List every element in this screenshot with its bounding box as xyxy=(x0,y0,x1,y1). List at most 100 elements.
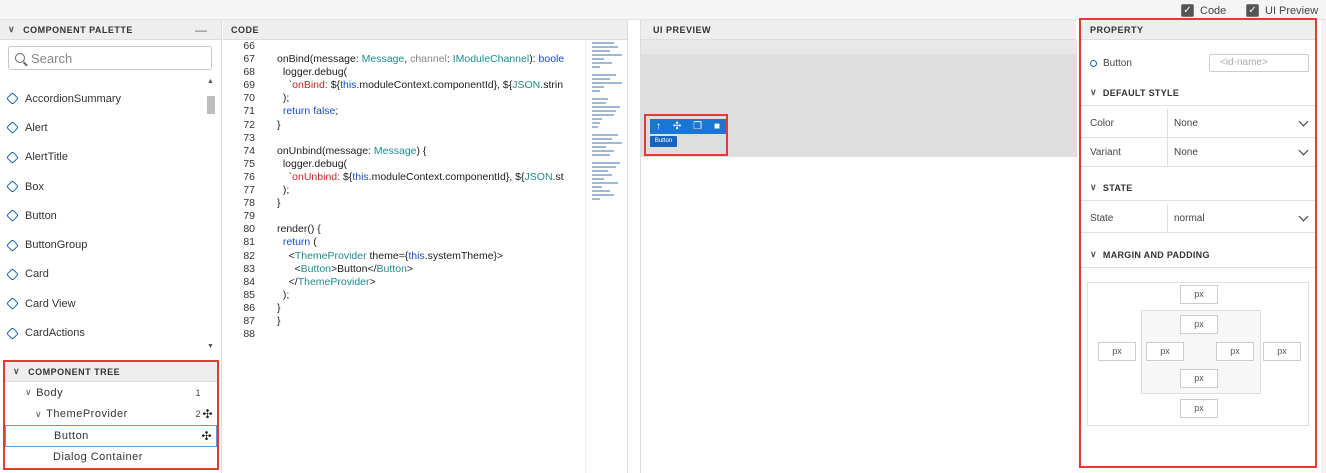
code-token: Message xyxy=(361,53,405,66)
trash-icon[interactable]: ■ xyxy=(714,121,720,132)
chevron-down-icon[interactable]: ∨ xyxy=(13,366,20,377)
code-token: ); xyxy=(277,184,290,197)
code-line[interactable]: return false; xyxy=(277,105,585,118)
chevron-down-icon[interactable]: ∨ xyxy=(25,387,32,398)
chevron-down-icon[interactable]: ∨ xyxy=(35,409,42,420)
code-checkbox[interactable]: ✓ xyxy=(1181,4,1194,17)
chevron-down-icon[interactable]: ∨ xyxy=(8,24,15,35)
code-token: return false xyxy=(282,105,336,118)
margin-left-input[interactable]: px xyxy=(1098,342,1136,361)
palette-scrollbar[interactable]: ▲ ▼ xyxy=(206,78,216,350)
line-number: 69 xyxy=(243,79,255,92)
padding-bottom-input[interactable]: px xyxy=(1180,369,1218,388)
palette-item[interactable]: Box xyxy=(0,172,204,201)
move-icon[interactable]: ✣ xyxy=(202,407,213,421)
tree-item-themeprovider[interactable]: ∨ ThemeProvider 2 ✣ xyxy=(5,404,217,426)
ui-preview-checkbox[interactable]: ✓ xyxy=(1246,4,1259,17)
variant-value: None xyxy=(1174,146,1198,158)
code-editor[interactable]: onBind(message: Message, channel: IModul… xyxy=(277,40,585,341)
code-line[interactable]: logger.debug( xyxy=(277,66,585,79)
collapse-icon[interactable]: — xyxy=(195,23,207,37)
code-line[interactable]: ); xyxy=(277,184,585,197)
selected-component-outline[interactable]: ↑ ✣ ❐ ■ Button xyxy=(644,114,728,156)
code-minimap[interactable] xyxy=(585,40,627,473)
code-token: this xyxy=(408,249,425,262)
search-icon xyxy=(15,53,25,63)
copy-icon[interactable]: ❐ xyxy=(693,121,702,132)
scroll-thumb[interactable] xyxy=(207,96,215,114)
code-line[interactable]: } xyxy=(277,119,585,132)
variant-select[interactable]: None xyxy=(1167,138,1315,166)
palette-item[interactable]: Card View xyxy=(0,289,204,318)
minimap-line xyxy=(592,62,612,64)
component-icon xyxy=(6,150,19,164)
code-line[interactable]: onUnbind(message: Message) { xyxy=(277,145,585,158)
code-line[interactable]: ); xyxy=(277,92,585,105)
code-line[interactable]: } xyxy=(277,315,585,328)
padding-right-input[interactable]: px xyxy=(1216,342,1254,361)
scroll-down-icon[interactable]: ▼ xyxy=(207,343,214,350)
code-line[interactable] xyxy=(277,210,585,223)
palette-item[interactable]: AccordionSummary xyxy=(0,84,204,113)
padding-left-input[interactable]: px xyxy=(1146,342,1184,361)
tree-header[interactable]: ∨ COMPONENT TREE xyxy=(5,362,217,382)
tree-item-dialog-container[interactable]: Dialog Container xyxy=(5,447,217,469)
state-select[interactable]: normal xyxy=(1167,204,1315,232)
move-icon[interactable]: ✣ xyxy=(201,429,212,443)
code-token: } xyxy=(277,314,281,327)
margin-right-input[interactable]: px xyxy=(1263,342,1301,361)
code-line[interactable]: logger.debug( xyxy=(277,158,585,171)
minimap-line xyxy=(592,106,620,108)
code-line[interactable]: <Button>Button</Button> xyxy=(277,263,585,276)
section-default-style[interactable]: ∨ DEFAULT STYLE xyxy=(1081,80,1315,106)
margin-top-input[interactable]: px xyxy=(1180,285,1218,304)
section-state[interactable]: ∨ STATE xyxy=(1081,175,1315,201)
code-line[interactable]: return ( xyxy=(277,236,585,249)
section-margin-padding[interactable]: ∨ MARGIN AND PADDING xyxy=(1081,242,1315,268)
chevron-down-icon xyxy=(1298,211,1309,221)
tree-item-body[interactable]: ∨ Body 1 xyxy=(5,382,217,404)
code-line[interactable]: `onUnbind: ${this.moduleContext.componen… xyxy=(277,171,585,184)
move-icon[interactable]: ✣ xyxy=(673,121,681,132)
margin-bottom-input[interactable]: px xyxy=(1180,399,1218,418)
code-token: theme={ xyxy=(366,249,409,262)
code-line[interactable]: } xyxy=(277,197,585,210)
palette-item[interactable]: Card xyxy=(0,260,204,289)
line-number: 87 xyxy=(243,314,255,327)
chevron-down-icon[interactable]: ∨ xyxy=(1090,87,1097,98)
code-token: ` xyxy=(277,79,293,92)
code-line[interactable]: render() { xyxy=(277,223,585,236)
id-name-input[interactable]: <id-name> xyxy=(1209,54,1309,72)
tree-item-button[interactable]: Button ✣ xyxy=(5,425,217,447)
palette-item[interactable]: AlertTitle xyxy=(0,143,204,172)
palette-item[interactable]: Alert xyxy=(0,113,204,142)
chevron-down-icon[interactable]: ∨ xyxy=(1090,182,1097,193)
scroll-up-icon[interactable]: ▲ xyxy=(207,78,214,85)
minimap-line xyxy=(592,42,614,44)
palette-item[interactable]: CardActions xyxy=(0,318,204,347)
code-title: CODE xyxy=(231,24,260,35)
code-line[interactable]: } xyxy=(277,302,585,315)
code-line[interactable] xyxy=(277,40,585,53)
palette-header[interactable]: ∨ COMPONENT PALETTE xyxy=(0,20,221,40)
arrow-up-icon[interactable]: ↑ xyxy=(656,121,661,132)
code-line[interactable] xyxy=(277,328,585,341)
code-line[interactable]: </ThemeProvider> xyxy=(277,276,585,289)
line-number: 70 xyxy=(243,92,255,105)
minimap-line xyxy=(592,122,600,124)
code-line[interactable]: <ThemeProvider theme={this.systemTheme}> xyxy=(277,250,585,263)
palette-search-input[interactable]: Search xyxy=(8,46,212,70)
code-toggle[interactable]: ✓ Code xyxy=(1181,4,1226,17)
code-line[interactable]: ); xyxy=(277,289,585,302)
code-line[interactable]: `onBind: ${this.moduleContext.componentI… xyxy=(277,79,585,92)
ui-preview-toggle[interactable]: ✓ UI Preview xyxy=(1246,4,1318,17)
minimap-line xyxy=(592,134,618,136)
color-select[interactable]: None xyxy=(1167,109,1315,137)
code-line[interactable] xyxy=(277,132,585,145)
preview-button[interactable]: Button xyxy=(650,136,677,147)
code-line[interactable]: onBind(message: Message, channel: IModul… xyxy=(277,53,585,66)
palette-item[interactable]: Button xyxy=(0,201,204,230)
palette-item[interactable]: ButtonGroup xyxy=(0,230,204,259)
chevron-down-icon[interactable]: ∨ xyxy=(1090,249,1097,260)
padding-top-input[interactable]: px xyxy=(1180,315,1218,334)
